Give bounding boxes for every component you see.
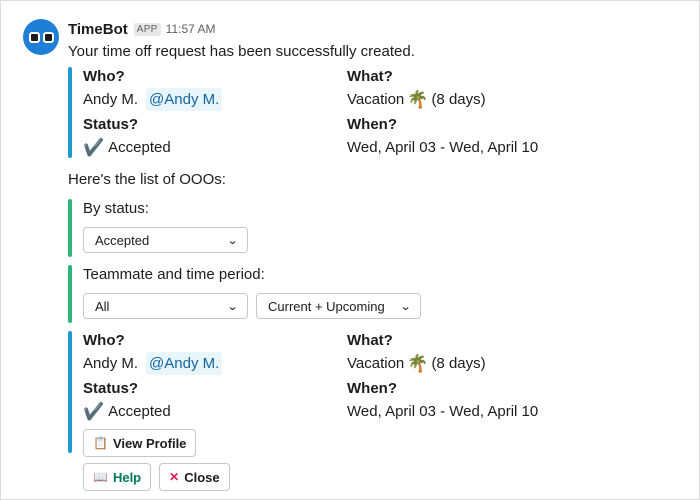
check-mark-icon: ✔️ bbox=[83, 138, 105, 157]
check-mark-icon: ✔️ bbox=[83, 402, 105, 421]
who-label: Who? bbox=[83, 68, 125, 85]
what-value: Vacation 🌴 (8 days) bbox=[347, 351, 647, 376]
request-fields: Who? Andy M. @Andy M. What? Vacation 🌴 (… bbox=[83, 67, 683, 160]
when-field: When? Wed, April 03 - Wed, April 10 bbox=[347, 115, 647, 160]
who-value: Andy M. @Andy M. bbox=[83, 87, 347, 112]
who-field: Who? Andy M. @Andy M. bbox=[83, 67, 347, 112]
bot-name[interactable]: TimeBot bbox=[68, 21, 128, 38]
palm-tree-icon: 🌴 bbox=[407, 90, 429, 109]
teammate-filter-block: Teammate and time period: All ⌄ Current … bbox=[68, 265, 683, 323]
filter-accent-bar bbox=[68, 265, 72, 323]
teammate-filter-label: Teammate and time period: bbox=[83, 266, 265, 283]
teammate-select-value: All bbox=[95, 298, 110, 314]
message-timestamp[interactable]: 11:57 AM bbox=[166, 22, 216, 36]
status-field: Status? ✔️ Accepted bbox=[83, 115, 347, 160]
view-profile-label: View Profile bbox=[112, 435, 187, 451]
status-select-value: Accepted bbox=[95, 232, 150, 248]
palm-tree-icon: 🌴 bbox=[407, 354, 429, 373]
when-label: When? bbox=[347, 116, 397, 133]
what-duration: (8 days) bbox=[431, 355, 486, 372]
status-text: Accepted bbox=[108, 403, 171, 420]
when-label: When? bbox=[347, 380, 397, 397]
ooo-fields: Who? Andy M. @Andy M. What? Vacation 🌴 (… bbox=[83, 331, 683, 424]
robot-eye-left-icon bbox=[28, 31, 40, 43]
status-filter-block: By status: Accepted ⌄ bbox=[68, 199, 683, 257]
what-type: Vacation bbox=[347, 91, 405, 108]
period-select[interactable]: Current + Upcoming ⌄ bbox=[256, 293, 421, 319]
status-value: ✔️ Accepted bbox=[83, 135, 347, 160]
period-select-value: Current + Upcoming bbox=[268, 298, 385, 314]
action-buttons: 📖 Help ✕ Close bbox=[68, 463, 683, 491]
status-label: Status? bbox=[83, 116, 139, 133]
chevron-down-icon: ⌄ bbox=[226, 300, 239, 313]
what-type: Vacation bbox=[347, 355, 405, 372]
when-field: When? Wed, April 03 - Wed, April 10 bbox=[347, 379, 647, 424]
what-label: What? bbox=[347, 68, 393, 85]
status-select[interactable]: Accepted ⌄ bbox=[83, 227, 248, 253]
card-accent-bar bbox=[68, 331, 72, 453]
card-accent-bar bbox=[68, 67, 72, 158]
status-text: Accepted bbox=[108, 139, 171, 156]
help-label: Help bbox=[112, 469, 142, 485]
help-button[interactable]: 📖 Help bbox=[83, 463, 152, 491]
bot-avatar[interactable] bbox=[23, 19, 59, 55]
status-filter-label: By status: bbox=[83, 200, 149, 217]
clipboard-icon: 📋 bbox=[93, 436, 108, 450]
when-value: Wed, April 03 - Wed, April 10 bbox=[347, 403, 539, 420]
what-label: What? bbox=[347, 332, 393, 349]
user-mention[interactable]: @Andy M. bbox=[146, 352, 223, 375]
close-icon: ✕ bbox=[169, 470, 180, 484]
who-name: Andy M. bbox=[83, 355, 139, 372]
who-label: Who? bbox=[83, 332, 125, 349]
status-label: Status? bbox=[83, 380, 139, 397]
message-content: TimeBot APP 11:57 AM Your time off reque… bbox=[68, 19, 683, 491]
chevron-down-icon: ⌄ bbox=[226, 234, 239, 247]
teammate-select[interactable]: All ⌄ bbox=[83, 293, 248, 319]
when-value: Wed, April 03 - Wed, April 10 bbox=[347, 139, 539, 156]
user-mention[interactable]: @Andy M. bbox=[146, 88, 223, 111]
status-field: Status? ✔️ Accepted bbox=[83, 379, 347, 424]
message-header: TimeBot APP 11:57 AM bbox=[68, 19, 683, 39]
what-value: Vacation 🌴 (8 days) bbox=[347, 87, 647, 112]
robot-eye-right-icon bbox=[42, 31, 54, 43]
what-field: What? Vacation 🌴 (8 days) bbox=[347, 331, 647, 376]
close-button[interactable]: ✕ Close bbox=[159, 463, 230, 491]
request-card: Who? Andy M. @Andy M. What? Vacation 🌴 (… bbox=[68, 67, 683, 158]
what-field: What? Vacation 🌴 (8 days) bbox=[347, 67, 647, 112]
chevron-down-icon: ⌄ bbox=[399, 300, 412, 313]
close-label: Close bbox=[184, 469, 220, 485]
status-value: ✔️ Accepted bbox=[83, 399, 347, 424]
book-icon: 📖 bbox=[93, 470, 108, 484]
who-name: Andy M. bbox=[83, 91, 139, 108]
view-profile-button[interactable]: 📋 View Profile bbox=[83, 429, 197, 457]
who-field: Who? Andy M. @Andy M. bbox=[83, 331, 347, 376]
teammate-filter-selects: All ⌄ Current + Upcoming ⌄ bbox=[83, 293, 683, 319]
what-duration: (8 days) bbox=[431, 91, 486, 108]
intro-text: Your time off request has been successfu… bbox=[68, 43, 415, 60]
filter-accent-bar bbox=[68, 199, 72, 257]
ooo-card: Who? Andy M. @Andy M. What? Vacation 🌴 (… bbox=[68, 331, 683, 457]
ooo-list-heading: Here's the list of OOOs: bbox=[68, 171, 226, 188]
who-value: Andy M. @Andy M. bbox=[83, 351, 347, 376]
app-badge: APP bbox=[133, 22, 161, 36]
